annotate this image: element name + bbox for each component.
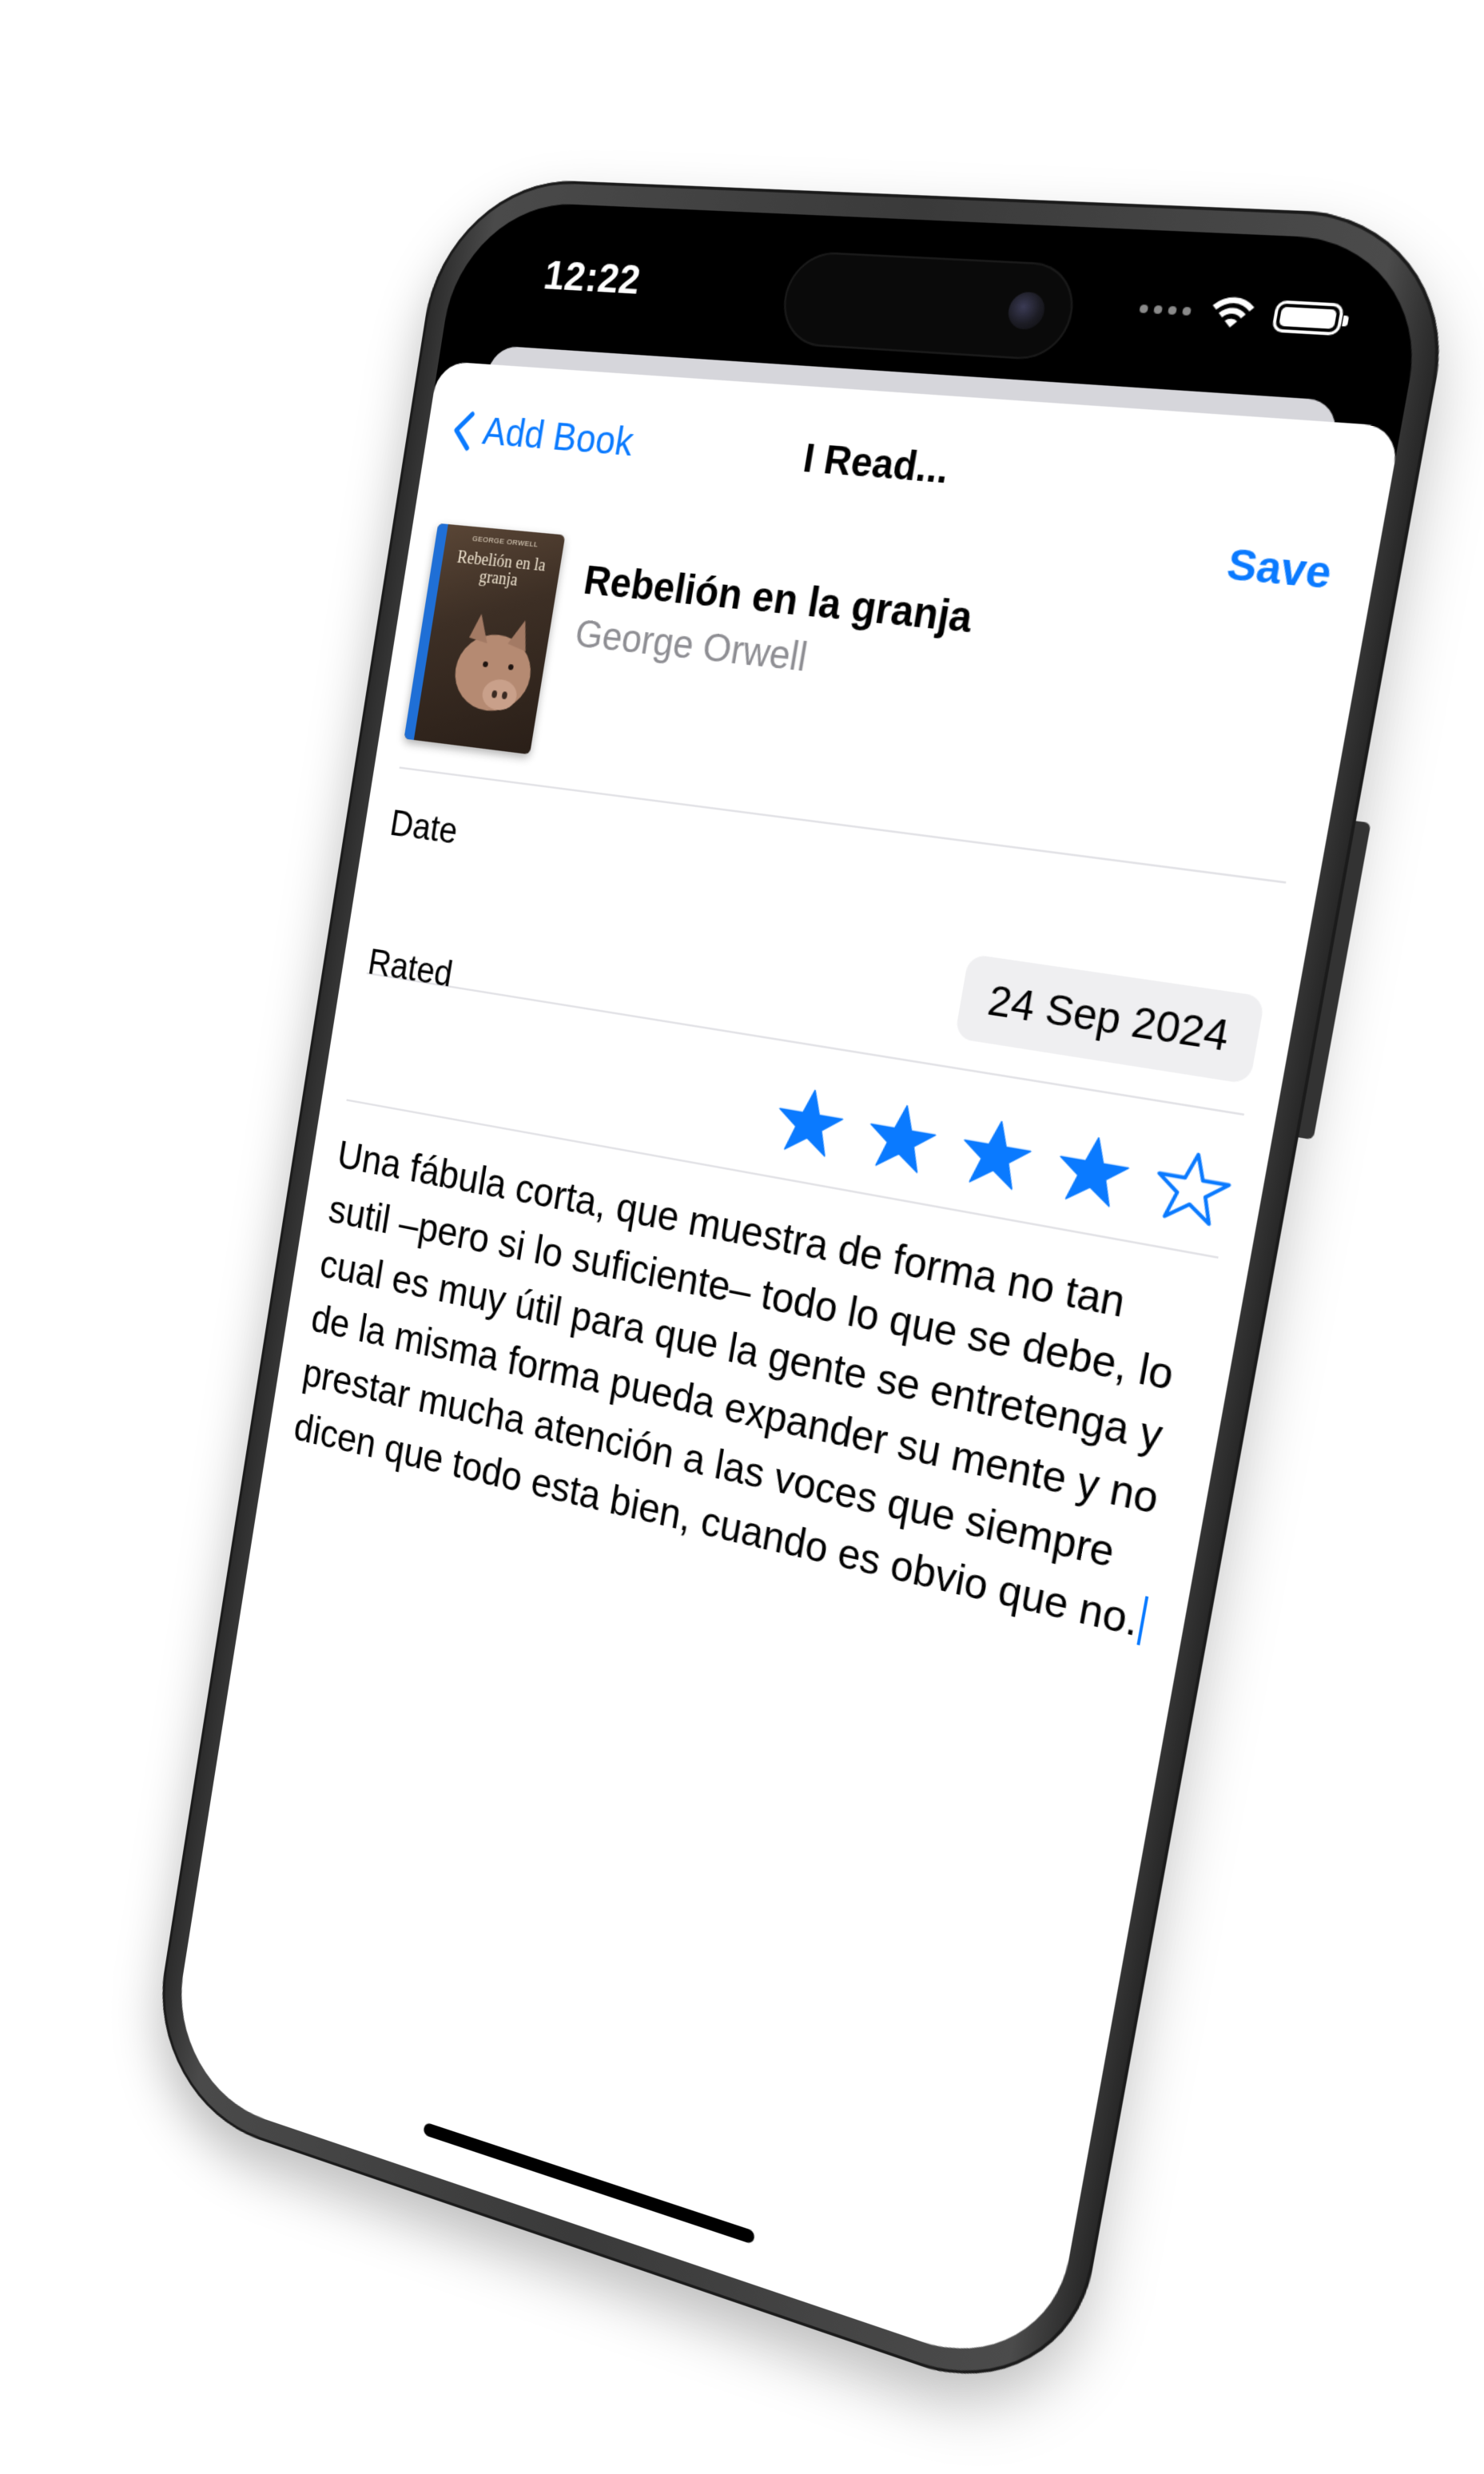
review-text: Una fábula corta, que muestra de forma n… [291,1132,1178,1645]
add-entry-sheet: Add Book I Read... Save GEORGE ORWELL Re… [165,360,1402,2385]
phone-screen: 12:22 Add Book I Read... Save GEORGE ORW… [165,199,1435,2385]
divider [399,766,1287,884]
star-filled-icon[interactable] [955,1112,1038,1197]
pig-illustration [449,613,537,715]
wifi-icon [1211,296,1256,328]
stage: 12:22 Add Book I Read... Save GEORGE ORW… [0,0,1484,2474]
phone-device: 12:22 Add Book I Read... Save GEORGE ORW… [144,176,1466,2416]
home-indicator [423,2122,756,2245]
star-filled-icon[interactable] [770,1081,849,1163]
date-label: Date [387,803,460,853]
star-empty-icon[interactable] [1149,1145,1236,1232]
star-filled-icon[interactable] [1051,1128,1136,1214]
status-icons [1136,291,1345,338]
front-camera-icon [1005,291,1048,331]
cover-title: Rebelión en la granja [456,547,547,590]
nav-title: I Read... [800,436,953,492]
status-time: 12:22 [540,252,644,303]
save-button[interactable]: Save [1223,539,1335,599]
date-picker[interactable]: 24 Sep 2024 [954,953,1266,1085]
rated-label: Rated [365,942,456,996]
signal-icon [1139,304,1192,316]
battery-icon [1271,300,1345,336]
dynamic-island [777,250,1080,362]
review-text-area[interactable]: Una fábula corta, que muestra de forma n… [290,1127,1212,1656]
star-filled-icon[interactable] [861,1096,942,1179]
book-cover-image: GEORGE ORWELL Rebelión en la granja [404,523,566,755]
rating-stars [770,1081,1236,1231]
